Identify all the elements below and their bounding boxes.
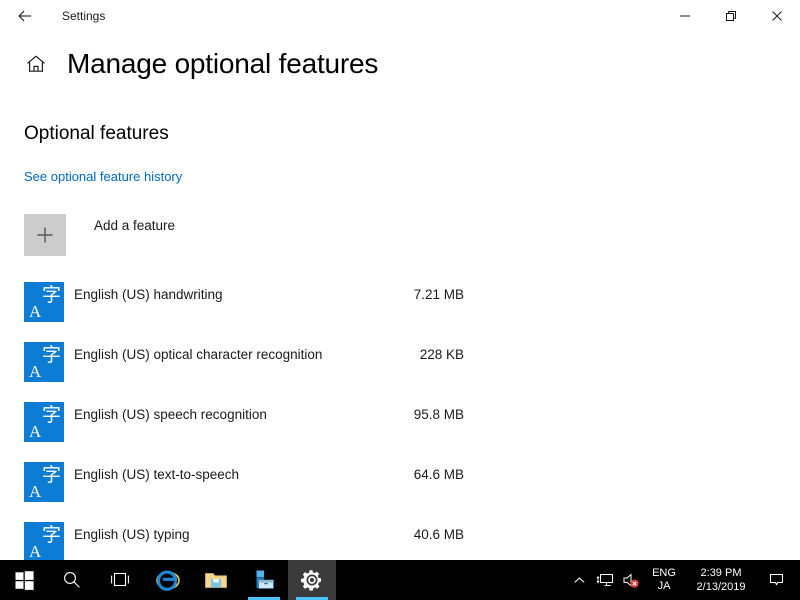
page-title: Manage optional features: [67, 48, 379, 79]
feature-size: 64.6 MB: [413, 467, 464, 482]
cjk-character-glyph: 字: [41, 464, 61, 486]
settings-window: Settings Manage optional features Option…: [0, 0, 800, 600]
language-pack-icon: A字: [24, 282, 64, 322]
feature-name: English (US) text-to-speech: [74, 467, 240, 482]
clock-time: 2:39 PM: [700, 567, 742, 579]
cjk-character-glyph: 字: [41, 284, 61, 306]
restore-button[interactable]: [708, 0, 754, 32]
latin-letter-glyph: A: [29, 422, 42, 441]
network-monitor-icon[interactable]: [592, 560, 618, 600]
clock-date: 2/13/2019: [696, 581, 746, 593]
close-button[interactable]: [754, 0, 800, 32]
language-pack-icon: A字: [24, 342, 64, 382]
plus-icon: [24, 214, 66, 256]
language-secondary: JA: [657, 580, 671, 592]
window-title: Settings: [62, 9, 106, 23]
language-pack-icon: A字: [24, 462, 64, 502]
show-desktop-button[interactable]: [794, 560, 800, 600]
latin-letter-glyph: A: [29, 482, 42, 501]
latin-letter-glyph: A: [29, 362, 42, 381]
feature-row[interactable]: A 字 English (US) text-to-speech 64.6 MB: [24, 462, 464, 522]
action-center-icon[interactable]: [758, 560, 794, 600]
cjk-character-glyph: 字: [41, 344, 61, 366]
feature-size: 228 KB: [419, 347, 464, 362]
feature-size: 40.6 MB: [413, 527, 464, 542]
clock[interactable]: 2:39 PM 2/13/2019: [684, 560, 758, 600]
microsoft-store-button[interactable]: [240, 560, 288, 600]
feature-row[interactable]: A 字 English (US) speech recognition 95.8 MB: [24, 402, 464, 462]
add-a-feature-button[interactable]: Add a feature: [24, 214, 175, 256]
feature-size: 7.21 MB: [413, 287, 464, 302]
minimize-button[interactable]: [662, 0, 708, 32]
cjk-character-glyph: 字: [41, 404, 61, 426]
language-primary: ENG: [652, 567, 676, 579]
optional-feature-history-link[interactable]: See optional feature history: [24, 169, 182, 184]
feature-name: English (US) optical character recogniti…: [74, 347, 323, 362]
language-pack-icon: A字: [24, 402, 64, 442]
taskbar-buttons: [0, 560, 336, 600]
optional-features-list: A 字 English (US) handwriting 7.21 MB A 字 Engli…: [24, 282, 464, 582]
feature-name: English (US) speech recognition: [74, 407, 267, 422]
feature-size: 95.8 MB: [413, 407, 464, 422]
title-bar: Settings: [0, 0, 800, 32]
task-view-button[interactable]: [96, 560, 144, 600]
home-icon[interactable]: [24, 52, 48, 76]
file-explorer-button[interactable]: [192, 560, 240, 600]
window-controls: [662, 0, 800, 32]
settings-button[interactable]: [288, 560, 336, 600]
feature-row[interactable]: A 字 English (US) handwriting 7.21 MB: [24, 282, 464, 342]
taskbar: ENG JA 2:39 PM 2/13/2019: [0, 560, 800, 600]
language-pack-icon: A字: [24, 522, 64, 562]
page-header: Manage optional features: [24, 50, 378, 78]
feature-name: English (US) handwriting: [74, 287, 223, 302]
latin-letter-glyph: A: [29, 302, 42, 321]
back-button[interactable]: [8, 0, 42, 32]
system-tray: ENG JA 2:39 PM 2/13/2019: [566, 560, 800, 600]
feature-row[interactable]: A 字 English (US) optical character recogni…: [24, 342, 464, 402]
start-button[interactable]: [0, 560, 48, 600]
latin-letter-glyph: A: [29, 542, 42, 561]
language-indicator[interactable]: ENG JA: [644, 560, 684, 600]
internet-explorer-button[interactable]: [144, 560, 192, 600]
feature-name: English (US) typing: [74, 527, 190, 542]
add-a-feature-label: Add a feature: [94, 218, 176, 233]
speaker-muted-icon[interactable]: [618, 560, 644, 600]
cjk-character-glyph: 字: [41, 524, 61, 546]
section-title: Optional features: [24, 123, 169, 144]
chevron-up-icon[interactable]: [566, 560, 592, 600]
taskbar-empty-area[interactable]: [336, 560, 566, 600]
search-button[interactable]: [48, 560, 96, 600]
